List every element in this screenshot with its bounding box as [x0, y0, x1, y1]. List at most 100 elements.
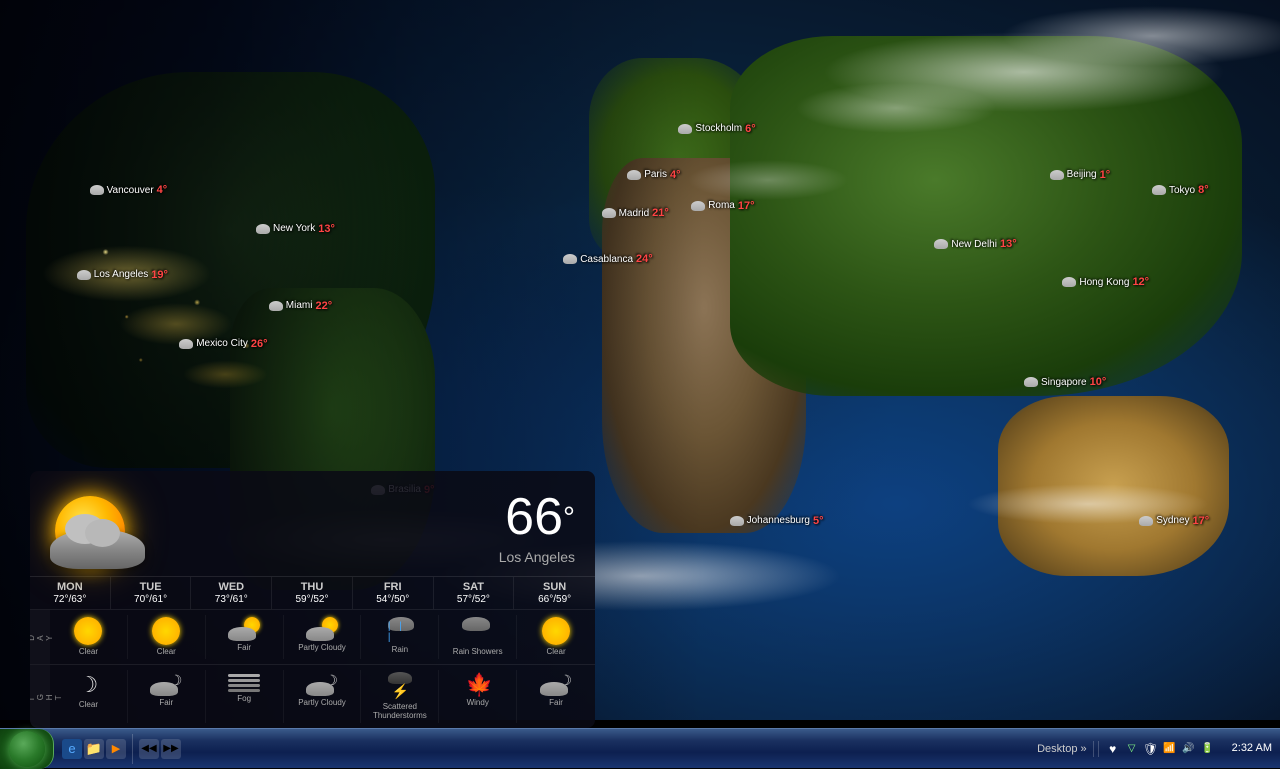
night-label: NIGHT: [30, 665, 50, 728]
tray-network-icon[interactable]: 📶: [1162, 741, 1178, 757]
city-marker-johannesburg: Johannesburg5°: [730, 515, 824, 527]
day-name: MON: [32, 581, 108, 593]
city-marker-vancouver: Vancouver4°: [90, 184, 168, 196]
city-temp-label: 24°: [636, 253, 653, 265]
city-weather-icon: [90, 185, 104, 195]
weather-icon-large: [45, 481, 155, 571]
night-condition: Windy: [467, 698, 489, 708]
moon-icon: ☽: [79, 672, 99, 698]
night-condition: Fair: [549, 698, 563, 708]
day-name: WED: [193, 581, 269, 593]
day-name: TUE: [113, 581, 189, 593]
day-forecast-section: DAY Clear Clear Fair Partly Cloudy Rain …: [30, 609, 595, 664]
city-marker-los-angeles: Los Angeles19°: [77, 269, 168, 281]
city-weather-icon: [256, 224, 270, 234]
tray-heart-icon[interactable]: ♥: [1105, 741, 1121, 757]
day-temp-range: 54°/50°: [355, 594, 431, 605]
night-condition: Partly Cloudy: [298, 698, 346, 708]
taskbar: e 📁 ▶ ◀◀ ▶▶ Desktop » ♥ ▽ 🛡 📶 🔊 🔋 2:32 A…: [0, 728, 1280, 768]
tray-volume-icon[interactable]: 🔊: [1181, 741, 1197, 757]
clock-time: 2:32 AM: [1232, 741, 1272, 756]
city-name-label: Los Angeles: [94, 269, 149, 280]
city-weather-icon: [1050, 170, 1064, 180]
city-weather-icon: [269, 301, 283, 311]
city-marker-mexico-city: Mexico City26°: [179, 338, 267, 350]
tray-shield-icon[interactable]: 🛡: [1143, 741, 1159, 757]
night-icon-cell-tue: Fair: [128, 670, 206, 723]
taskbar-icon-ie[interactable]: e: [62, 739, 82, 759]
city-weather-icon: [1152, 185, 1166, 195]
moon-cloud-icon: [150, 672, 182, 696]
day-condition: Clear: [157, 647, 176, 657]
start-button[interactable]: [0, 729, 54, 769]
city-weather-icon: [1062, 277, 1076, 287]
partly-cloudy-icon: [228, 617, 260, 641]
city-name-label: Roma: [708, 200, 735, 211]
city-marker-new-delhi: New Delhi13°: [934, 238, 1016, 250]
fog-icon: [228, 672, 260, 692]
night-condition: Fog: [237, 694, 251, 704]
city-name-label: Beijing: [1067, 169, 1097, 180]
day-icon-cell-tue: Clear: [128, 615, 206, 659]
day-temp-range: 73°/61°: [193, 594, 269, 605]
day-label: DAY: [30, 610, 50, 664]
night-icon-cell-wed: Fog: [206, 670, 284, 723]
system-clock: 2:32 AM: [1226, 741, 1272, 756]
day-icon-cell-sat: Rain Showers: [439, 615, 517, 659]
city-temp-label: 22°: [315, 300, 332, 312]
windy-icon: [462, 672, 494, 696]
thunderstorm-icon: [384, 672, 416, 700]
forecast-col-wed: WED 73°/61°: [191, 577, 272, 609]
city-label: Los Angeles: [499, 549, 575, 565]
city-weather-icon: [1024, 377, 1038, 387]
taskbar-icon-extra2[interactable]: ▶▶: [161, 739, 181, 759]
day-temp-range: 57°/52°: [436, 594, 512, 605]
city-name-label: Sydney: [1156, 515, 1189, 526]
day-temp-range: 70°/61°: [113, 594, 189, 605]
day-condition: Fair: [237, 643, 251, 653]
forecast-col-mon: MON 72°/63°: [30, 577, 111, 609]
start-orb: [9, 731, 45, 767]
city-temp-label: 13°: [318, 223, 335, 235]
city-name-label: Madrid: [619, 208, 650, 219]
temp-value: 66°: [499, 487, 575, 547]
forecast-col-thu: THU 59°/52°: [272, 577, 353, 609]
partly-cloudy-icon: [306, 617, 338, 641]
taskbar-icon-extra1[interactable]: ◀◀: [139, 739, 159, 759]
night-icon-cell-sun: Fair: [517, 670, 595, 723]
day-condition: Rain: [392, 645, 408, 655]
city-weather-icon: [934, 239, 948, 249]
day-icon-cell-mon: Clear: [50, 615, 128, 659]
city-weather-icon: [602, 208, 616, 218]
night-condition: Scattered Thunderstorms: [363, 702, 436, 721]
tray-v-icon[interactable]: ▽: [1124, 741, 1140, 757]
night-condition: Fair: [159, 698, 173, 708]
tray-battery-icon[interactable]: 🔋: [1200, 741, 1216, 757]
temperature-display: 66° Los Angeles: [499, 487, 575, 565]
day-icons-grid: Clear Clear Fair Partly Cloudy Rain Rain…: [50, 610, 595, 664]
day-icon-cell-fri: Rain: [361, 615, 439, 659]
day-icon-cell-thu: Partly Cloudy: [284, 615, 362, 659]
city-marker-stockholm: Stockholm6°: [678, 123, 755, 135]
city-name-label: Hong Kong: [1079, 277, 1129, 288]
taskbar-right: Desktop » ♥ ▽ 🛡 📶 🔊 🔋 2:32 AM: [1031, 741, 1280, 757]
city-weather-icon: [678, 124, 692, 134]
forecast-col-fri: FRI 54°/50°: [353, 577, 434, 609]
temp-unit: °: [563, 502, 575, 535]
day-name: THU: [274, 581, 350, 593]
city-weather-icon: [1139, 516, 1153, 526]
widget-top: 66° Los Angeles: [30, 471, 595, 576]
forecast-header: MON 72°/63° TUE 70°/61° WED 73°/61° THU …: [30, 576, 595, 609]
taskbar-icon-media[interactable]: ▶: [106, 739, 126, 759]
rain-icon: [384, 617, 416, 643]
day-condition: Partly Cloudy: [298, 643, 346, 653]
city-name-label: Stockholm: [695, 123, 742, 134]
city-temp-label: 6°: [745, 123, 756, 135]
city-marker-singapore: Singapore10°: [1024, 376, 1106, 388]
city-temp-label: 4°: [670, 169, 681, 181]
desktop-button[interactable]: Desktop »: [1031, 741, 1094, 757]
forecast-col-tue: TUE 70°/61°: [111, 577, 192, 609]
taskbar-icon-explorer[interactable]: 📁: [84, 739, 104, 759]
city-weather-icon: [563, 254, 577, 264]
city-weather-icon: [691, 201, 705, 211]
